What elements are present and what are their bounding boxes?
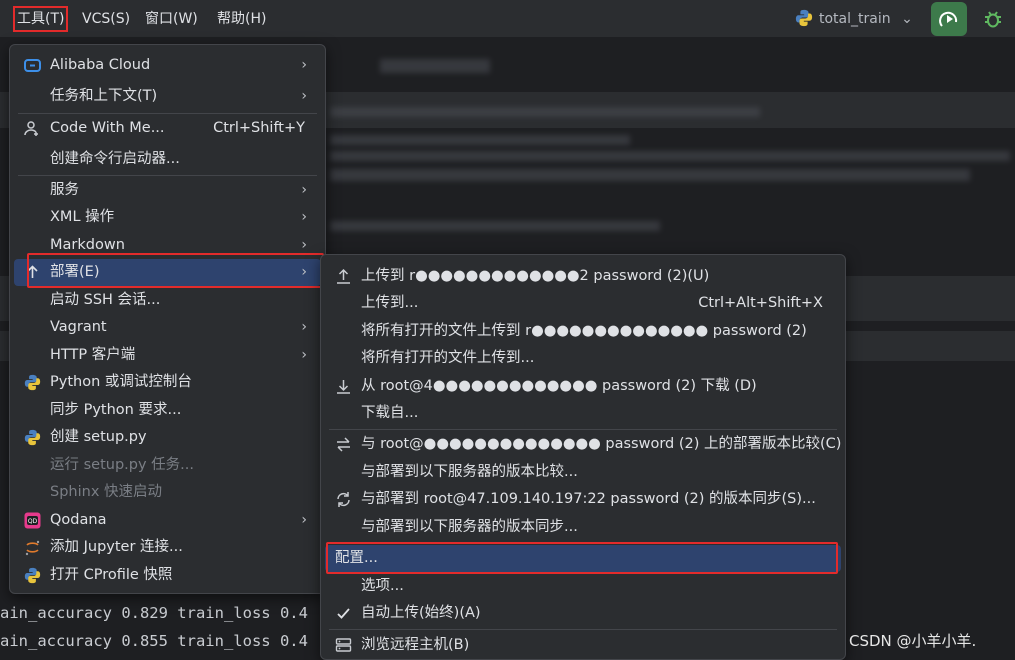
menu-divider (18, 175, 317, 176)
menu-tools[interactable]: 工具(T) (12, 6, 69, 32)
menu-item-compare-deployed[interactable]: 与 root@●●●●●●●●●●●●●● password (2) 上的部署版… (325, 431, 841, 458)
run-config-selector[interactable]: total_train ⌄ (795, 8, 913, 30)
menu-item-create-launcher[interactable]: 创建命令行启动器... (14, 146, 321, 173)
menu-item-add-jupyter[interactable]: 添加 Jupyter 连接... (14, 534, 321, 561)
console-log-line: ain_accuracy 0.829 train_loss 0.4 (0, 604, 308, 622)
code-with-me-icon (24, 121, 38, 136)
menu-item-ssh-session[interactable]: 启动 SSH 会话... (14, 287, 321, 314)
menu-window[interactable]: 窗口(W) (143, 8, 200, 30)
menu-item-sphinx-quickstart: Sphinx 快速启动 (50, 484, 163, 500)
qodana-icon: QD (24, 512, 41, 529)
menu-item-compare-with[interactable]: 与部署到以下服务器的版本比较... (325, 459, 841, 486)
jupyter-icon (25, 540, 40, 556)
menu-divider (18, 113, 317, 114)
highlight-deployment (27, 253, 324, 288)
menu-item-run-setup-task: 运行 setup.py 任务... (50, 457, 194, 473)
menu-item-code-with-me[interactable]: Code With Me... Ctrl+Shift+Y (14, 115, 321, 142)
deployment-submenu: 上传到 r●●●●●●●●●●●●●2 password (2)(U) 上传到.… (320, 254, 846, 660)
menu-item-upload-all-to[interactable]: 将所有打开的文件上传到... (325, 345, 841, 372)
menu-item-download-from-server[interactable]: 从 root@4●●●●●●●●●●●●● password (2) 下载 (D… (325, 373, 841, 400)
menu-item-auto-upload[interactable]: 自动上传(始终)(A) (325, 600, 841, 627)
python-icon (24, 429, 41, 446)
run-button[interactable] (931, 2, 967, 36)
blurred-code (330, 169, 970, 181)
chevron-right-icon: › (301, 512, 307, 528)
menu-bar: 工具(T) VCS(S) 窗口(W) 帮助(H) total_train ⌄ (0, 0, 1015, 38)
menu-help[interactable]: 帮助(H) (215, 8, 268, 30)
menu-divider (329, 429, 837, 430)
menu-item-tasks[interactable]: 任务和上下文(T) › (14, 83, 321, 110)
chevron-right-icon: › (301, 209, 307, 225)
menu-item-sync-requirements[interactable]: 同步 Python 要求... (14, 397, 321, 424)
menu-item-qodana[interactable]: QD Qodana › (14, 507, 321, 534)
chevron-right-icon: › (301, 182, 307, 198)
sync-icon (337, 492, 350, 507)
remote-host-icon (335, 638, 352, 652)
menu-item-python-console[interactable]: Python 或调试控制台 (14, 369, 321, 396)
chevron-right-icon: › (301, 88, 307, 104)
menu-item-create-setup-py[interactable]: 创建 setup.py (14, 424, 321, 451)
python-icon (795, 9, 813, 27)
menu-item-upload-to[interactable]: 上传到... Ctrl+Alt+Shift+X (325, 290, 841, 317)
blurred-code (380, 59, 490, 73)
run-config-label: total_train (819, 11, 891, 27)
blurred-code (330, 151, 1010, 161)
menu-item-download-from[interactable]: 下载自... (325, 400, 841, 427)
menu-item-upload-to-server[interactable]: 上传到 r●●●●●●●●●●●●●2 password (2)(U) (325, 263, 841, 290)
blurred-code (330, 221, 660, 231)
alibaba-cloud-icon (24, 59, 41, 72)
blurred-code (330, 135, 630, 145)
tools-menu: Alibaba Cloud › 任务和上下文(T) › Code With Me… (9, 44, 326, 594)
menu-vcs[interactable]: VCS(S) (80, 8, 132, 30)
menu-item-xml[interactable]: XML 操作 › (14, 204, 321, 231)
rerun-icon (939, 11, 958, 27)
menu-item-vagrant[interactable]: Vagrant › (14, 314, 321, 341)
watermark: CSDN @小羊小羊. (849, 632, 977, 650)
menu-item-browse-remote-host[interactable]: 浏览远程主机(B) (325, 632, 841, 659)
menu-item-open-cprofile[interactable]: 打开 CProfile 快照 (14, 562, 321, 589)
download-icon (337, 380, 350, 394)
menu-item-sync-deployed[interactable]: 与部署到 root@47.109.140.197:22 password (2)… (325, 486, 841, 513)
upload-icon (337, 268, 350, 284)
check-icon (337, 608, 350, 619)
menu-item-options[interactable]: 选项... (325, 573, 841, 600)
blurred-code (330, 107, 760, 117)
cprofile-icon (24, 567, 41, 584)
svg-text:QD: QD (28, 518, 38, 525)
menu-item-http-client[interactable]: HTTP 客户端 › (14, 342, 321, 369)
compare-icon (337, 437, 350, 452)
console-log-line: ain_accuracy 0.855 train_loss 0.4 (0, 632, 308, 650)
chevron-right-icon: › (301, 319, 307, 335)
debug-bug-icon[interactable] (982, 8, 1004, 30)
menu-item-services[interactable]: 服务 › (14, 177, 321, 204)
chevron-right-icon: › (301, 347, 307, 363)
chevron-down-icon: ⌄ (901, 11, 913, 27)
highlight-configuration (326, 542, 838, 574)
menu-divider (329, 629, 837, 630)
menu-item-sync-with[interactable]: 与部署到以下服务器的版本同步... (325, 514, 841, 541)
chevron-right-icon: › (301, 57, 307, 73)
menu-item-upload-all-to-server[interactable]: 将所有打开的文件上传到 r●●●●●●●●●●●●●● password (2) (325, 318, 841, 345)
python-icon (24, 374, 41, 391)
menu-item-alibaba-cloud[interactable]: Alibaba Cloud › (14, 52, 321, 79)
